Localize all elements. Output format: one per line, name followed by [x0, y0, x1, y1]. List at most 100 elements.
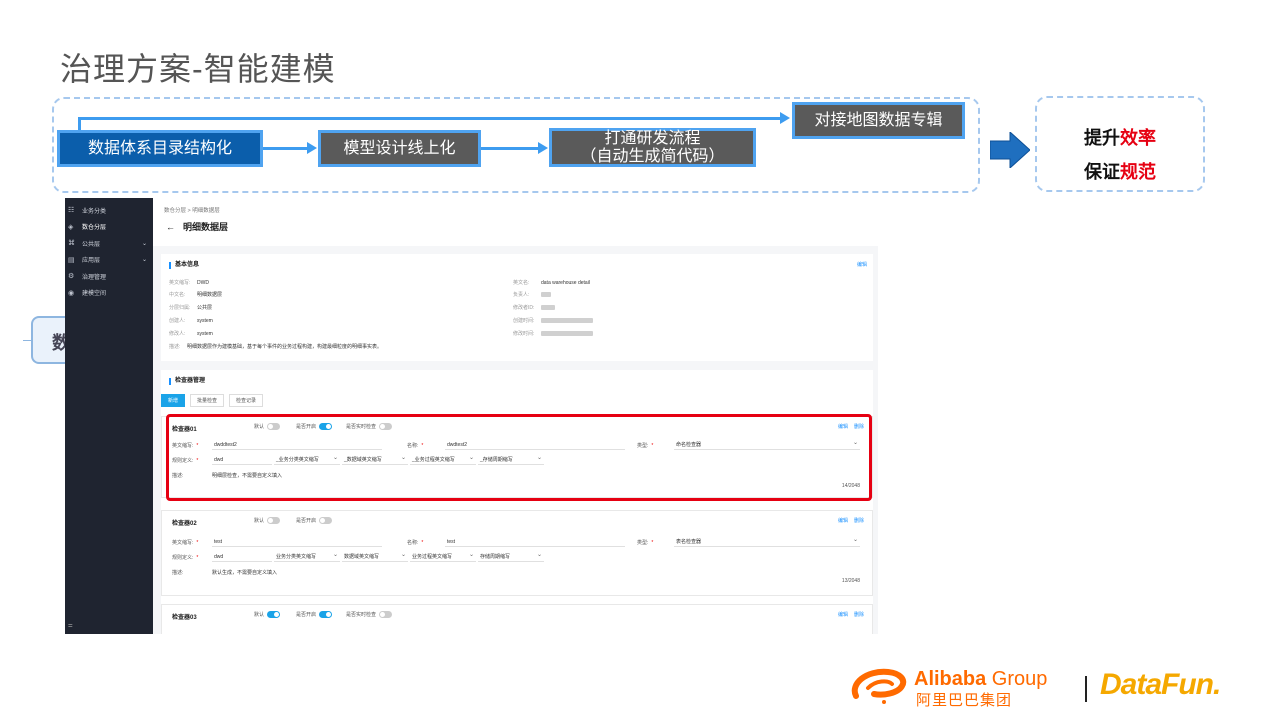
info-key: 创建人:	[169, 318, 186, 324]
switch-label: 是否开启	[296, 612, 317, 618]
flow-step-map-album: 对接地图数据专辑	[792, 102, 965, 139]
abbr-input[interactable]: test	[212, 538, 382, 547]
rule-select-domain[interactable]: 数据域英文缩写	[342, 551, 408, 562]
sidebar-item-modeling-space[interactable]: ◉ 建模空间	[65, 285, 153, 302]
flow-step-dev-process-line1: 打通研发流程	[604, 129, 701, 147]
blurred-value	[541, 305, 555, 311]
page-title-text: 明细数据层	[183, 222, 229, 232]
sidebar-item-label: 公共层	[82, 241, 101, 248]
result-line1-highlight: 效率	[1120, 128, 1156, 148]
basic-info-edit-link[interactable]: 编辑	[857, 261, 867, 268]
globe-icon: ◉	[68, 289, 75, 297]
edit-link[interactable]: 编辑	[838, 518, 848, 524]
default-toggle[interactable]	[267, 611, 281, 618]
rule-label: 规则定义: *	[172, 554, 201, 561]
rule-select-storage[interactable]: 存储周期缩写	[478, 551, 544, 562]
blurred-value	[541, 318, 593, 324]
flow-connector-1	[262, 147, 308, 150]
sidebar-item-label: 业务分类	[82, 208, 107, 215]
sidebar-item-governance[interactable]: ⚙ 治理管理	[65, 268, 153, 285]
info-key: 创建时间:	[513, 318, 535, 324]
page-header: 数仓分层 > 明细数据层 ← 明细数据层	[153, 198, 878, 246]
result-arrow-icon	[990, 132, 1030, 168]
flow-arrowhead-1	[307, 142, 317, 154]
result-line-efficiency: 提升效率	[1037, 124, 1203, 150]
realtime-toggle[interactable]	[379, 611, 393, 618]
field-label: 英文缩写:	[172, 540, 194, 546]
group-icon: ⌘	[68, 240, 75, 248]
desc-textarea[interactable]: 默认生成，不需要自定义填入	[212, 569, 277, 576]
default-switch-group: 默认	[254, 517, 281, 524]
chevron-down-icon: ⌄	[141, 257, 147, 264]
name-label: 名称: *	[407, 539, 426, 546]
sidebar-item-business-category[interactable]: ☷ 业务分类	[65, 202, 153, 219]
breadcrumb[interactable]: 数仓分层 > 明细数据层	[164, 206, 220, 214]
info-value: 公共层	[197, 305, 213, 311]
delete-link[interactable]: 删除	[854, 518, 864, 524]
info-value: 明细数据层作为建模基础，基于每个事件的业务过程构建，构建最细粒度的明细事实表。	[187, 344, 383, 350]
rule-select-business[interactable]: 业务分类英文缩写	[274, 551, 340, 562]
app-sidebar: ☷ 业务分类 ◈ 数仓分层 ⌘ 公共层 ⌄ ▤ 应用层 ⌄ ⚙ 治理管理 ◉ 建…	[65, 198, 153, 634]
alibaba-logo-cn: 阿里巴巴集团	[916, 692, 1013, 709]
table-icon: ▤	[68, 256, 75, 264]
switch-label: 是否开启	[296, 518, 317, 524]
info-key: 分层归属:	[169, 305, 191, 311]
logo-divider	[1085, 676, 1087, 702]
info-abbr: 英文缩写: DWD	[169, 279, 209, 286]
type-select[interactable]: 表名检查器	[674, 536, 860, 547]
rule-select-process[interactable]: 业务过程英文缩写	[410, 551, 476, 562]
delete-link[interactable]: 删除	[854, 612, 864, 618]
sidebar-item-label: 治理管理	[82, 274, 107, 281]
info-create-time: 创建时间:	[513, 317, 593, 324]
name-input[interactable]: test	[445, 538, 625, 547]
info-value: 明细数据层	[197, 292, 223, 298]
settings-icon: ⚙	[68, 273, 75, 281]
sidebar-item-warehouse-layer[interactable]: ◈ 数仓分层	[65, 219, 153, 236]
checker-title: 检查器02	[172, 521, 197, 527]
info-layer: 分层归属: 公共层	[169, 304, 212, 311]
checker-ops: 编辑 删除	[832, 517, 864, 524]
field-label: 规则定义:	[172, 555, 194, 561]
info-key: 描述:	[169, 344, 181, 350]
info-en-name: 英文名: data warehouse detail	[513, 279, 590, 286]
default-toggle[interactable]	[267, 517, 281, 524]
desc-label: 描述:	[172, 570, 184, 576]
tab-add[interactable]: 新增	[161, 394, 186, 407]
info-creator: 创建人: system	[169, 317, 213, 324]
info-key: 中文名:	[169, 292, 186, 298]
sidebar-item-label: 应用层	[82, 258, 101, 265]
rule-prefix-input[interactable]: dwd	[212, 553, 272, 562]
menu-collapse-icon[interactable]: =	[68, 621, 73, 630]
info-modify-time: 修改时间:	[513, 330, 593, 337]
enabled-switch-group: 是否开启	[296, 517, 333, 524]
required-mark: *	[196, 555, 199, 561]
alibaba-logo-icon	[851, 668, 907, 704]
flow-top-arrowhead	[780, 112, 790, 124]
sidebar-item-application-layer[interactable]: ▤ 应用层 ⌄	[65, 252, 153, 269]
back-arrow-icon[interactable]: ←	[166, 222, 175, 232]
info-key: 修改者ID:	[513, 305, 535, 311]
list-icon: ☷	[68, 207, 75, 215]
tab-check-records[interactable]: 检查记录	[229, 394, 264, 407]
info-modifier-id: 修改者ID:	[513, 304, 555, 311]
realtime-switch-group: 是否实时检查	[346, 611, 393, 618]
edit-link[interactable]: 编辑	[838, 612, 848, 618]
alibaba-name: Alibaba	[914, 668, 987, 690]
flow-step-dev-process: 打通研发流程 （自动生成简代码）	[549, 128, 756, 167]
switch-label: 默认	[254, 612, 265, 618]
switch-label: 是否实时检查	[346, 612, 377, 618]
sidebar-item-common-layer[interactable]: ⌘ 公共层 ⌄	[65, 235, 153, 252]
field-label: 名称:	[407, 540, 419, 546]
sidebar-item-label: 数仓分层	[82, 225, 107, 232]
enabled-toggle[interactable]	[319, 517, 333, 524]
enabled-toggle[interactable]	[319, 611, 333, 618]
result-line-standard: 保证规范	[1037, 158, 1203, 184]
info-description: 描述: 明细数据层作为建模基础，基于每个事件的业务过程构建，构建最细粒度的明细事实…	[169, 343, 382, 350]
tab-batch-check[interactable]: 批量检查	[190, 394, 225, 407]
chevron-down-icon: ⌄	[141, 240, 147, 247]
info-key: 修改时间:	[513, 331, 535, 337]
info-cn-name: 中文名: 明细数据层	[169, 291, 222, 298]
info-value: data warehouse detail	[541, 280, 590, 286]
char-counter: 13/2048	[841, 578, 860, 584]
checker-ops: 编辑 删除	[832, 611, 864, 618]
